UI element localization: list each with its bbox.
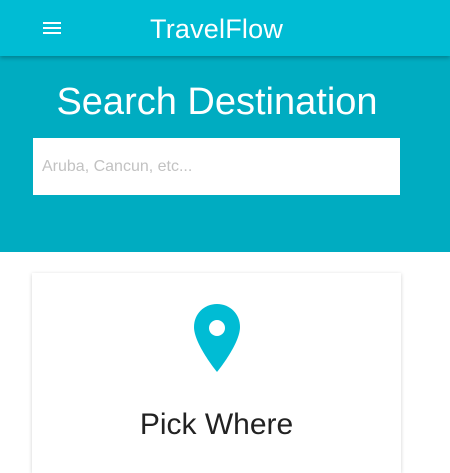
map-pin-icon bbox=[194, 304, 240, 372]
hamburger-menu-icon bbox=[43, 22, 61, 34]
search-hero: Search Destination bbox=[0, 56, 450, 252]
search-box bbox=[33, 138, 400, 195]
destination-search-input[interactable] bbox=[33, 138, 400, 195]
card-title: Pick Where bbox=[139, 408, 294, 441]
app-title: TravelFlow bbox=[150, 14, 284, 44]
app-bar: TravelFlow bbox=[0, 0, 450, 56]
menu-button[interactable] bbox=[36, 14, 68, 42]
pick-where-card[interactable]: Pick Where bbox=[32, 273, 401, 473]
page-title: Search Destination bbox=[56, 81, 378, 123]
